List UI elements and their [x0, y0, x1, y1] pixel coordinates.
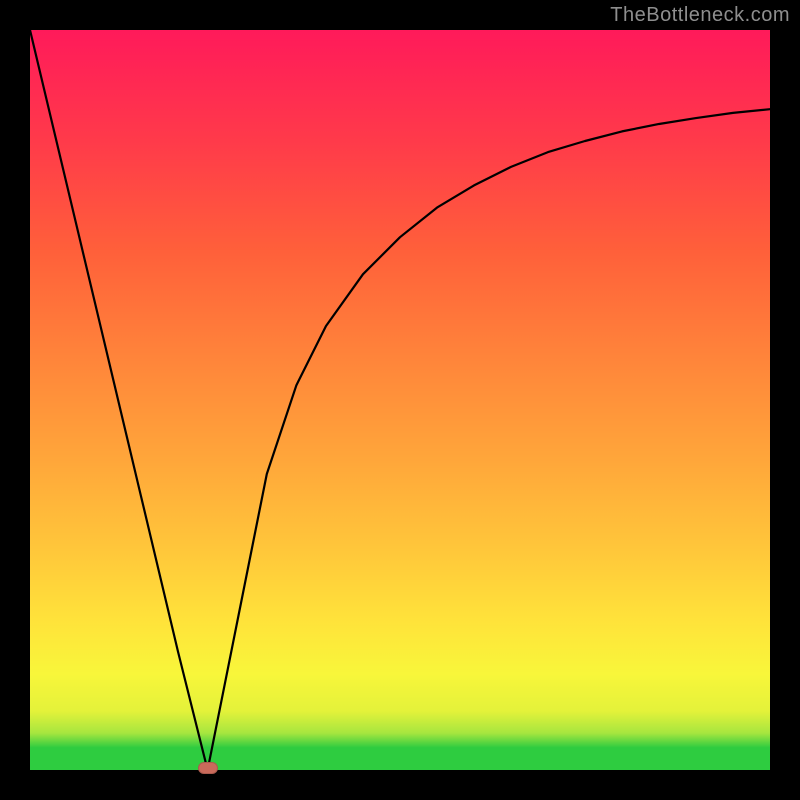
optimum-marker — [198, 762, 218, 774]
bottleneck-curve — [30, 30, 770, 770]
watermark-text: TheBottleneck.com — [610, 4, 790, 27]
curve-svg — [30, 30, 770, 770]
plot-area — [30, 30, 770, 770]
chart-frame: TheBottleneck.com — [0, 0, 800, 800]
